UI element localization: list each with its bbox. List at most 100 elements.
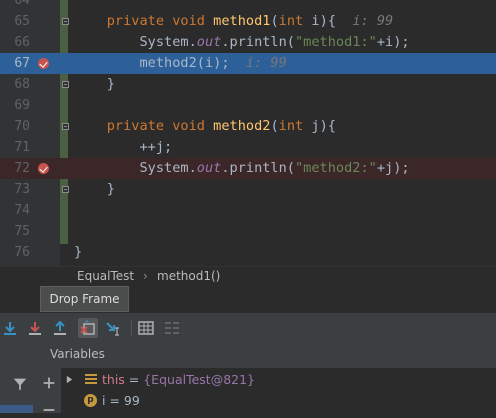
- breadcrumb-class[interactable]: EqualTest: [77, 269, 134, 283]
- code-token: out: [196, 34, 222, 50]
- code-token: "method2:": [295, 160, 377, 176]
- code-line[interactable]: 70 private void method2(int j){: [0, 116, 496, 137]
- line-number: 69: [14, 98, 30, 113]
- code-token: int: [278, 13, 312, 29]
- trace-stream-button[interactable]: [163, 319, 181, 337]
- code-token: j){: [311, 118, 336, 134]
- partial-selected-frame: [0, 405, 33, 413]
- code-token: .println(: [221, 160, 295, 176]
- code-line[interactable]: 76}: [0, 242, 496, 263]
- code-line[interactable]: 74: [0, 200, 496, 221]
- code-token: System.: [74, 34, 197, 50]
- line-number: 65: [14, 14, 30, 29]
- fold-toggle-icon[interactable]: [62, 123, 69, 130]
- step-out-icon: [54, 320, 66, 335]
- trace-stream-icon: [165, 322, 179, 334]
- line-number: 72: [14, 161, 30, 176]
- variable-value: 99: [123, 393, 140, 408]
- evaluate-expression-icon: [138, 321, 154, 335]
- code-token: i: 99: [352, 13, 394, 29]
- code-token: (: [270, 118, 279, 134]
- code-token: private void: [106, 13, 214, 29]
- code-line[interactable]: 71 ++j;: [0, 137, 496, 158]
- add-watch-icon[interactable]: [41, 375, 57, 391]
- variable-value: {EqualTest@821}: [143, 372, 256, 387]
- code-token: method2: [213, 118, 271, 134]
- variable-row-this[interactable]: this = {EqualTest@821}: [61, 369, 496, 390]
- code-token: }: [74, 181, 115, 197]
- variable-equals: =: [105, 393, 124, 408]
- code-token: }: [74, 76, 115, 92]
- code-line[interactable]: 65 private void method1(int i){ i: 99: [0, 11, 496, 32]
- code-line[interactable]: 64: [0, 0, 496, 11]
- run-to-cursor-icon: [106, 322, 119, 336]
- drop-frame-button[interactable]: [78, 318, 98, 338]
- code-token: method2(i);: [74, 55, 246, 71]
- code-line[interactable]: 66 System.out.println("method1:"+i);: [0, 32, 496, 53]
- code-line[interactable]: 68 }: [0, 74, 496, 95]
- field-icon: [85, 374, 97, 384]
- breakpoint-icon[interactable]: [38, 163, 49, 174]
- line-number: 75: [14, 224, 30, 239]
- variables-tree: this = {EqualTest@821} p i = 99: [61, 368, 496, 413]
- code-line[interactable]: 75: [0, 221, 496, 242]
- run-to-cursor-button[interactable]: [104, 319, 122, 337]
- line-number: 64: [14, 0, 30, 8]
- code-token: .println(: [221, 34, 295, 50]
- code-line[interactable]: 69: [0, 95, 496, 116]
- drop-frame-icon: [80, 320, 95, 335]
- code-token: out: [196, 160, 222, 176]
- variable-name: this: [102, 372, 125, 387]
- code-text: }: [74, 74, 115, 95]
- code-token: int: [278, 118, 312, 134]
- breadcrumb: EqualTest › method1(): [0, 266, 496, 287]
- toolbar-separator: [131, 320, 132, 336]
- expand-arrow-icon[interactable]: [65, 375, 74, 384]
- code-editor[interactable]: 64 65 private void method1(int i){ i: 99 6…: [0, 0, 496, 266]
- code-token: private void: [106, 118, 214, 134]
- code-line[interactable]: 73 }: [0, 179, 496, 200]
- drop-frame-tooltip: Drop Frame: [40, 286, 129, 312]
- code-token: i){: [311, 13, 353, 29]
- line-number: 70: [14, 119, 30, 134]
- force-step-into-icon: [29, 322, 41, 335]
- variables-tab-bar: Variables: [0, 342, 496, 369]
- line-number: 67: [14, 56, 30, 71]
- code-text: }: [74, 179, 115, 200]
- code-text: private void method1(int i){ i: 99: [74, 11, 393, 32]
- code-token: System.: [74, 160, 197, 176]
- line-number: 71: [14, 140, 30, 155]
- code-token: "method1:": [295, 34, 377, 50]
- code-token: +i);: [376, 34, 410, 50]
- breadcrumb-method[interactable]: method1(): [157, 269, 220, 283]
- force-step-into-button[interactable]: [26, 319, 44, 337]
- line-number: 76: [14, 245, 30, 260]
- step-over-down-button[interactable]: [1, 319, 19, 337]
- fold-toggle-icon[interactable]: [62, 81, 69, 88]
- line-number: 68: [14, 77, 30, 92]
- code-token: ++j;: [74, 139, 173, 155]
- fold-toggle-icon[interactable]: [62, 186, 69, 193]
- evaluate-expression-button[interactable]: [137, 319, 155, 337]
- step-out-button[interactable]: [51, 319, 69, 337]
- code-line[interactable]: 72 System.out.println("method2:"+j);: [0, 158, 496, 179]
- line-number: 73: [14, 182, 30, 197]
- code-token: (: [270, 13, 279, 29]
- code-line[interactable]: 67 method2(i); i: 99: [0, 53, 496, 74]
- code-token: }: [74, 244, 83, 260]
- variables-side-toolbar: [37, 368, 62, 413]
- variables-tab[interactable]: Variables: [50, 347, 105, 361]
- breakpoint-icon[interactable]: [38, 58, 49, 69]
- variable-row-i[interactable]: p i = 99: [61, 390, 496, 411]
- code-text: System.out.println("method1:"+i);: [74, 32, 410, 53]
- filter-icon[interactable]: [12, 376, 28, 392]
- remove-watch-icon[interactable]: [41, 402, 57, 418]
- code-token: method1: [213, 13, 271, 29]
- parameter-icon: p: [84, 394, 97, 407]
- code-text: ++j;: [74, 137, 172, 158]
- fold-toggle-icon[interactable]: [62, 18, 69, 25]
- variable-equals: =: [124, 372, 144, 387]
- line-number: 74: [14, 203, 30, 218]
